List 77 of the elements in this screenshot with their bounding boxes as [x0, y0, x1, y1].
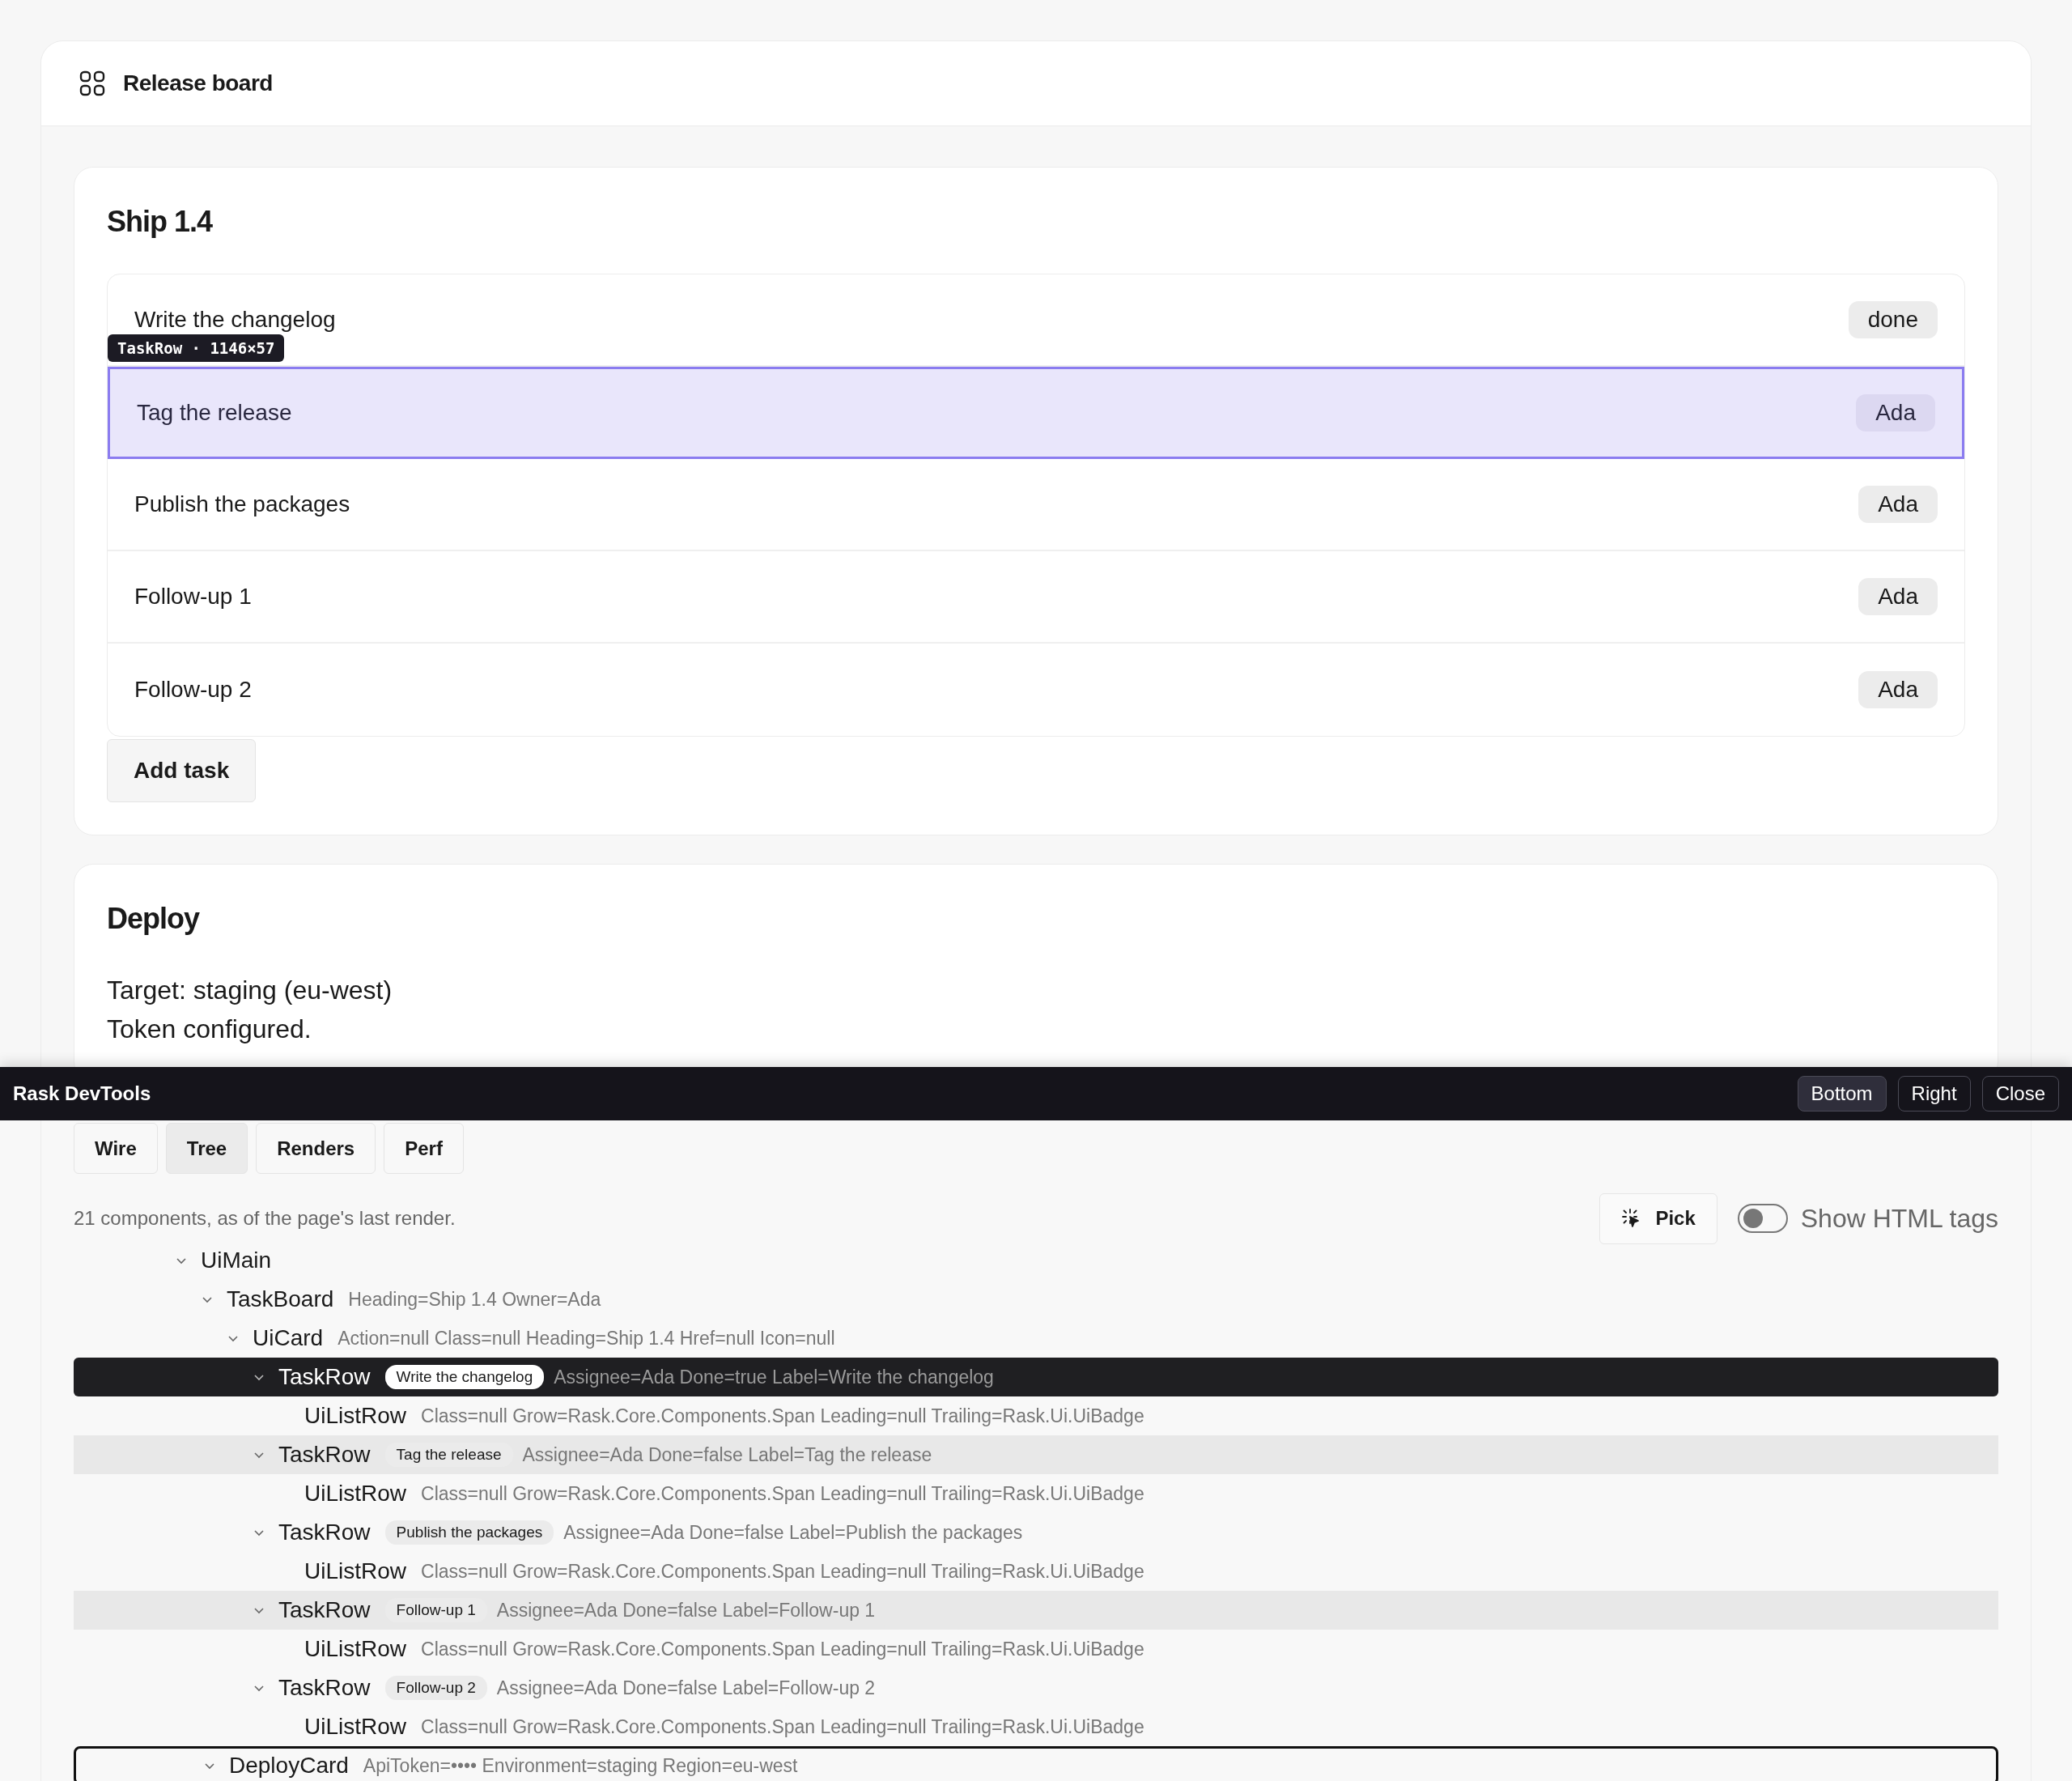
label-tag: Publish the packages [384, 1520, 554, 1545]
component-name: TaskRow [278, 1364, 371, 1390]
status-text: 21 components, as of the page's last render. [74, 1207, 456, 1230]
tab[interactable]: Perf [384, 1123, 464, 1174]
toggle-label: Show HTML tags [1800, 1203, 1998, 1234]
deploy-info-text: Target: staging (eu-west) [107, 974, 393, 1006]
card-heading: Deploy [107, 900, 201, 937]
assignee-tag: Ada [1858, 577, 1938, 615]
tree-row[interactable]: TaskRow Publish the packages Assignee=Ada Done=false Label=Publish the packages [74, 1513, 1998, 1552]
component-props: Assignee=Ada Done=false Label=Follow-up 1 [496, 1599, 876, 1622]
component-props: Class=null Grow=Rask.Core.Components.Span Leading=null Trailing=Rask.Ui.UiBadge [421, 1715, 1144, 1738]
tree-row[interactable]: UiListRow Class=null Grow=Rask.Core.Components.Span Leading=null Trailing=Rask.Ui.UiBadge [74, 1474, 1998, 1513]
component-name: DeployCard [229, 1753, 349, 1779]
component-props: Assignee=Ada Done=true Label=Write the changelog [554, 1366, 994, 1388]
component-props: Assignee=Ada Done=false Label=Tag the release [522, 1443, 932, 1466]
label-tag: Follow-up 2 [384, 1676, 487, 1700]
component-props: Class=null Grow=Rask.Core.Components.Span Leading=null Trailing=Rask.Ui.UiBadge [421, 1405, 1144, 1427]
component-name: UiListRow [304, 1403, 407, 1429]
task-label: Publish the packages [134, 491, 350, 517]
task-row[interactable]: Publish the packages Ada [108, 458, 1964, 551]
tree-row[interactable]: UiListRow Class=null Grow=Rask.Core.Components.Span Leading=null Trailing=Rask.Ui.UiBadge [74, 1630, 1998, 1668]
component-name: UiListRow [304, 1481, 407, 1507]
task-row[interactable]: Follow-up 2 Ada [108, 643, 1964, 736]
component-props: Assignee=Ada Done=false Label=Follow-up 2 [496, 1677, 876, 1699]
tree-row[interactable]: TaskRow Follow-up 2 Assignee=Ada Done=false Label=Follow-up 2 [74, 1668, 1998, 1707]
dock-button[interactable]: Bottom [1797, 1076, 1887, 1112]
dock-button[interactable]: Right [1897, 1076, 1971, 1112]
component-name: TaskRow [278, 1442, 371, 1468]
component-props: Class=null Grow=Rask.Core.Components.Span Leading=null Trailing=Rask.Ui.UiBadge [421, 1482, 1144, 1505]
tree-row[interactable]: TaskRow Follow-up 1 Assignee=Ada Done=false Label=Follow-up 1 [74, 1591, 1998, 1630]
task-label: Tag the release [137, 399, 292, 426]
tab[interactable]: Renders [256, 1123, 376, 1174]
tab[interactable]: Wire [74, 1123, 158, 1174]
component-props: Action=null Class=null Heading=Ship 1.4 Href=null Icon=null [338, 1327, 835, 1350]
tree-row[interactable]: UiListRow Class=null Grow=Rask.Core.Components.Span Leading=null Trailing=Rask.Ui.UiBadge [74, 1707, 1998, 1746]
inspector-tooltip: TaskRow · 1146×57 [108, 334, 285, 362]
close-button[interactable]: Close [1981, 1076, 2059, 1112]
component-props: Heading=Ship 1.4 Owner=Ada [348, 1288, 601, 1311]
tree-row[interactable]: DeployCard ApiToken=•••• Environment=staging Region=eu-west [74, 1746, 1998, 1781]
component-name: UiListRow [304, 1714, 407, 1740]
pick-button[interactable]: Pick [1599, 1192, 1717, 1244]
card-heading: Ship 1.4 [107, 204, 214, 240]
component-name: TaskRow [278, 1520, 371, 1545]
devtools-title: Rask DevTools [13, 1082, 151, 1105]
component-name: UiListRow [304, 1636, 407, 1662]
component-name: UiListRow [304, 1558, 407, 1584]
tree-row[interactable]: UiListRow Class=null Grow=Rask.Core.Components.Span Leading=null Trailing=Rask.Ui.UiBadge [74, 1552, 1998, 1591]
assignee-tag: Ada [1858, 670, 1938, 708]
component-name: TaskRow [278, 1597, 371, 1623]
deploy-info-text: Token configured. [107, 1013, 312, 1045]
assignee-tag: Ada [1858, 485, 1938, 523]
task-label: Follow-up 2 [134, 676, 252, 703]
task-label: Follow-up 1 [134, 583, 252, 610]
tree-row[interactable]: TaskBoard Heading=Ship 1.4 Owner=Ada [74, 1280, 1998, 1319]
component-props: Class=null Grow=Rask.Core.Components.Span Leading=null Trailing=Rask.Ui.UiBadge [421, 1638, 1144, 1660]
grid-icon [79, 70, 105, 96]
tree-row[interactable]: TaskRow Write the changelog Assignee=Ada Done=true Label=Write the changelog [74, 1358, 1998, 1396]
add-task-button[interactable]: Add task [107, 738, 257, 802]
tree-row[interactable]: UiListRow Class=null Grow=Rask.Core.Components.Span Leading=null Trailing=Rask.Ui.UiBadge [74, 1396, 1998, 1435]
component-props: Class=null Grow=Rask.Core.Components.Span Leading=null Trailing=Rask.Ui.UiBadge [421, 1560, 1144, 1583]
component-name: TaskRow [278, 1675, 371, 1701]
component-props: ApiToken=•••• Environment=staging Region=eu-west [363, 1754, 798, 1777]
toggle-switch[interactable] [1737, 1204, 1788, 1233]
task-row[interactable]: Follow-up 1 Ada [108, 550, 1964, 644]
component-name: TaskBoard [227, 1286, 334, 1312]
tree-row[interactable]: UiMain [74, 1244, 1998, 1280]
label-tag: Write the changelog [384, 1365, 545, 1389]
component-name: UiCard [253, 1325, 324, 1351]
app-title: Release board [123, 70, 273, 96]
tree-row[interactable]: UiCard Action=null Class=null Heading=Ship 1.4 Href=null Icon=null [74, 1319, 1998, 1358]
tab[interactable]: Tree [165, 1123, 248, 1174]
tree-row[interactable]: TaskRow Tag the release Assignee=Ada Done=false Label=Tag the release [74, 1435, 1998, 1474]
component-props: Assignee=Ada Done=false Label=Publish the packages [563, 1521, 1023, 1544]
assignee-tag: done [1848, 300, 1938, 338]
task-label: Write the changelog [134, 306, 336, 333]
assignee-tag: Ada [1856, 393, 1935, 431]
component-name: UiMain [201, 1248, 272, 1273]
